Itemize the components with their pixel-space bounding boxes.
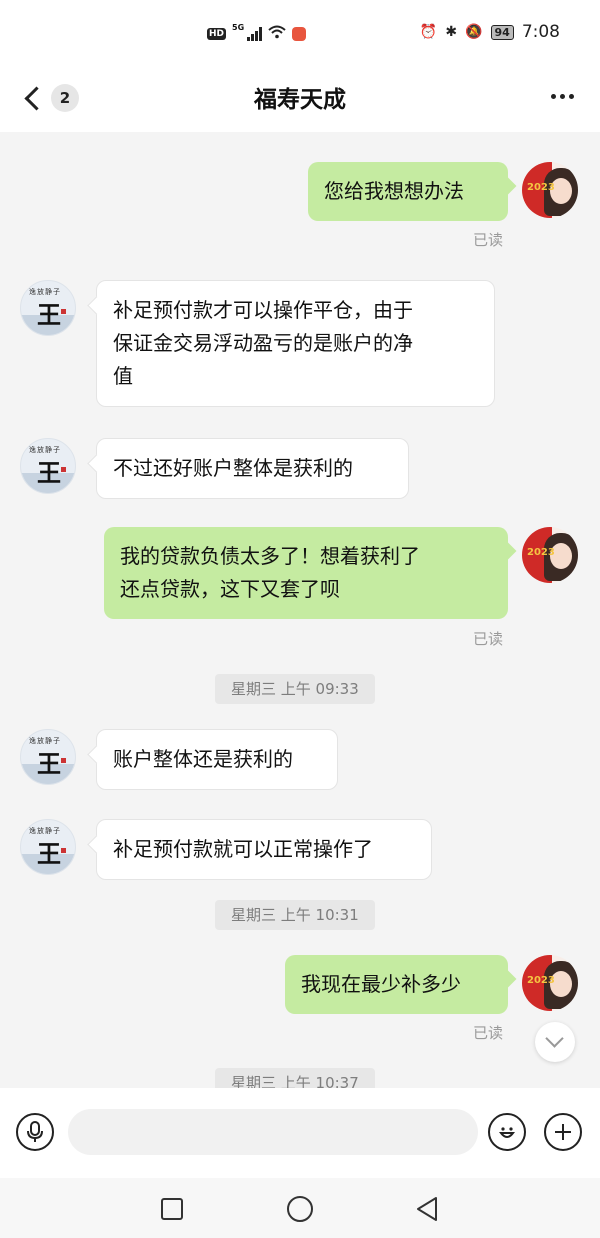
contact-avatar[interactable]: 逸放静子 王 (20, 438, 76, 494)
message-text: 补足预付款就可以正常操作了 (113, 837, 373, 861)
read-receipt: 已读 (473, 1024, 504, 1042)
message-input[interactable] (68, 1109, 478, 1155)
read-receipt: 已读 (473, 231, 504, 249)
alarm-icon: ⏰ (419, 24, 438, 40)
message-bubble-incoming[interactable]: 补足预付款就可以正常操作了 (96, 819, 432, 880)
message-bubble-incoming[interactable]: 不过还好账户整体是获利的 (96, 438, 409, 499)
circle-icon (287, 1196, 313, 1222)
message-text: 账户整体还是获利的 (113, 747, 293, 771)
message-bubble-incoming[interactable]: 补足预付款才可以操作平仓，由于 保证金交易浮动盈亏的是账户的净 值 (96, 280, 495, 407)
status-left-icons: HD 5G (207, 23, 307, 43)
more-options-button[interactable] (551, 86, 574, 107)
message-text-line: 我的贷款负债太多了！想着获利了 (120, 544, 420, 568)
timestamp-divider: 星期三 上午 10:31 (215, 900, 375, 930)
message-bubble-outgoing[interactable]: 我现在最少补多少 (285, 955, 508, 1014)
back-chevron-icon (24, 85, 49, 111)
contact-avatar[interactable]: 逸放静子 王 (20, 280, 76, 336)
system-navigation-bar (0, 1178, 600, 1238)
status-bar: HD 5G ⏰ ✱ 🔕 94 7:08 (0, 0, 600, 66)
wifi-icon (268, 24, 286, 43)
message-bubble-incoming[interactable]: 账户整体还是获利的 (96, 729, 338, 790)
bluetooth-icon: ✱ (445, 24, 458, 40)
composer-bar (0, 1088, 600, 1178)
recent-apps-button[interactable] (160, 1197, 184, 1225)
timestamp-divider: 星期三 上午 10:37 (215, 1068, 375, 1088)
message-list[interactable]: 2023 您给我想想办法 已读 逸放静子 王 补足预付款才可以操作平仓，由于 保… (0, 132, 600, 1088)
back-system-button[interactable] (414, 1196, 440, 1226)
message-bubble-outgoing[interactable]: 您给我想想办法 (308, 162, 508, 221)
message-text-line: 值 (113, 364, 133, 388)
square-icon (161, 1198, 183, 1220)
unread-count-badge: 2 (51, 84, 79, 112)
message-bubble-outgoing[interactable]: 我的贷款负债太多了！想着获利了 还点贷款，这下又套了呗 (104, 527, 508, 619)
message-text: 我现在最少补多少 (301, 972, 461, 996)
emoji-icon (498, 1127, 516, 1138)
microphone-icon (27, 1121, 43, 1142)
message-text-line: 保证金交易浮动盈亏的是账户的净 (113, 331, 413, 355)
chevron-down-icon (545, 1029, 564, 1048)
read-receipt: 已读 (473, 630, 504, 648)
emoji-button[interactable] (488, 1113, 526, 1151)
message-text: 不过还好账户整体是获利的 (113, 456, 353, 480)
message-text-line: 还点贷款，这下又套了呗 (120, 577, 340, 601)
home-button[interactable] (286, 1195, 314, 1227)
plus-icon (555, 1124, 571, 1140)
self-avatar[interactable]: 2023 (522, 955, 578, 1011)
more-actions-button[interactable] (544, 1113, 582, 1151)
mute-icon: 🔕 (465, 24, 483, 40)
scroll-to-bottom-button[interactable] (535, 1022, 575, 1062)
hd-icon: HD (207, 27, 227, 40)
message-text: 您给我想想办法 (324, 179, 464, 203)
back-button[interactable]: 2 (20, 78, 80, 118)
self-avatar[interactable]: 2023 (522, 162, 578, 218)
status-right-icons: ⏰ ✱ 🔕 94 7:08 (420, 22, 560, 42)
contact-avatar[interactable]: 逸放静子 王 (20, 729, 76, 785)
self-avatar[interactable]: 2023 (522, 527, 578, 583)
status-time: 7:08 (521, 22, 560, 42)
network-type-label: 5G (232, 23, 245, 32)
app-notification-icon (292, 26, 307, 41)
chat-header: 2 福寿天成 (0, 66, 600, 132)
more-dots-icon (551, 94, 556, 99)
contact-avatar[interactable]: 逸放静子 王 (20, 819, 76, 875)
signal-icon (247, 26, 263, 41)
message-text-line: 补足预付款才可以操作平仓，由于 (113, 298, 413, 322)
triangle-back-icon (417, 1197, 437, 1221)
chat-title: 福寿天成 (254, 87, 346, 113)
timestamp-divider: 星期三 上午 09:33 (215, 674, 375, 704)
battery-icon: 94 (490, 24, 514, 40)
voice-input-button[interactable] (16, 1113, 54, 1151)
